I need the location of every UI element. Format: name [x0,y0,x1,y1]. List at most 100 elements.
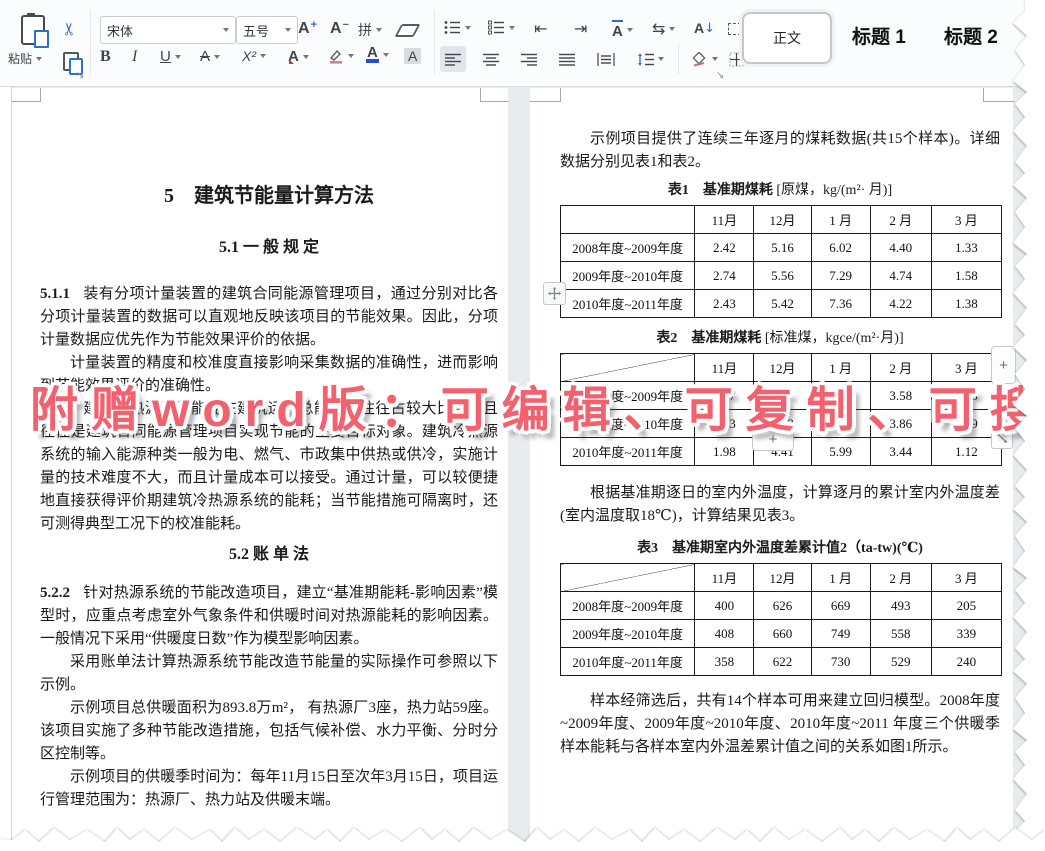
line-spacing-button[interactable] [632,46,669,72]
superscript-icon: X² [242,48,256,64]
eraser-icon [395,24,421,37]
italic-button[interactable]: I [132,48,137,66]
table-row: 2010年度~2011年度358622730529240 [561,648,1002,676]
align-right-button[interactable] [516,46,542,72]
phonetic-guide-button[interactable]: 拼 [358,20,382,40]
bold-button[interactable]: B [100,48,111,66]
decrease-indent-button[interactable]: ⇤ [534,19,547,38]
month-header-cell: 11月 [695,564,754,592]
asian-layout-button[interactable]: ⇆ [652,19,675,38]
page-left[interactable]: 5 建筑节能量计算方法 5.1 一 般 规 定 5.1.1装有分项计量装置的建筑… [12,88,508,851]
row-label-cell: 2010年度~2011年度 [561,648,695,676]
scissors-icon: ✂ [60,22,80,36]
shading-button[interactable] [686,46,723,72]
clause-number: 5.1.1 [40,286,70,302]
month-header-cell: 3 月 [931,206,1001,234]
value-cell: 1.33 [931,234,1001,262]
clipboard-group-launcher[interactable]: ↘ [76,70,84,81]
section-heading-5-1: 5.1 一 般 规 定 [40,237,498,259]
value-cell: 4.74 [870,262,931,290]
numbered-list-icon [488,20,505,35]
distribute-icon [597,53,615,66]
align-left-button[interactable] [440,46,466,72]
align-left-icon [445,53,461,66]
value-cell: 1.98 [695,438,754,466]
increase-font-button[interactable]: A+ [298,20,317,38]
value-cell: 5.16 [754,234,811,262]
value-cell: 749 [811,620,870,648]
month-header-cell: 12月 [754,206,811,234]
table-3[interactable]: 11月12月1 月2 月3 月 2008年度~2009年度40062666949… [560,563,1002,676]
font-family-select[interactable]: 宋体 [100,16,236,44]
align-center-button[interactable] [478,46,504,72]
style-body-text[interactable]: 正文 [742,12,832,64]
table-move-handle[interactable] [543,282,566,305]
text-effects-button[interactable]: A [288,48,309,65]
document-area: 5 建筑节能量计算方法 5.1 一 般 规 定 5.1.1装有分项计量装置的建筑… [0,87,1045,851]
value-cell: 205 [931,592,1001,620]
align-right-icon [521,53,537,66]
torn-edge-bottom [0,825,1045,851]
paste-clipboard-icon [21,15,45,45]
numbered-list-button[interactable] [488,20,515,35]
sort-arrow-icon: ↓ [704,21,715,36]
increase-indent-button[interactable]: ⇥ [574,19,587,38]
paragraph: 示例项目的供暖季时间为：每年11月15日至次年3月15日，项目运行管理范围为：热… [40,766,498,812]
clause-text: 装有分项计量装置的建筑合同能源管理项目，通过分别对比各分项计量装置的数据可以直观… [40,286,498,348]
row-label-cell: 2008年度~2009年度 [561,234,695,262]
sort-icon: A [694,20,704,36]
chevron-down-icon [509,26,515,30]
table-1[interactable]: 11月12月1 月2 月3 月 2008年度~2009年度2.425.166.0… [560,205,1002,318]
value-cell: 2.42 [695,234,754,262]
table3-caption: 表3 基准期室内外温度差累计值2（ta-tw)(℃) [560,540,1000,558]
value-cell: 358 [695,648,754,676]
highlight-color-button[interactable] [328,48,354,64]
style-body-label: 正文 [773,28,801,48]
value-cell: 5.42 [754,290,811,318]
table2-caption: 表2 基准期煤耗 [标准煤，kgce/(m²·月)] [560,330,1000,348]
table-row: 2009年度~2010年度408660749558339 [561,620,1002,648]
value-cell: 1.58 [931,262,1001,290]
character-shading-button[interactable]: A [404,48,421,64]
table1-caption: 表1 基准期煤耗 [原煤，kg/(m²· 月)] [560,182,1000,200]
font-color-button[interactable]: A [366,46,389,63]
character-scale-button[interactable]: A [612,20,633,40]
value-cell: 730 [811,648,870,676]
paragraph: 样本经筛选后，共有14个样本可用来建立回归模型。2008年度~2009年度、20… [560,690,1000,759]
justify-button[interactable] [554,46,580,72]
paragraph-group-launcher[interactable]: ↘ [716,70,724,81]
font-size-select[interactable]: 五号 [236,16,298,44]
underline-button[interactable]: U [160,48,181,65]
value-cell: 660 [754,620,811,648]
paste-label: 粘贴 [8,50,32,67]
style-heading2[interactable]: 标题 2 [944,22,998,49]
month-header-cell: 12月 [754,564,811,592]
paste-dropdown[interactable]: 粘贴 [8,50,42,67]
strikethrough-button[interactable]: A [200,48,220,65]
left-margin-strip [0,87,12,851]
style-heading1[interactable]: 标题 1 [852,22,906,49]
paste-button[interactable] [16,12,50,48]
clear-format-button[interactable] [398,24,417,37]
cut-button[interactable]: ✂ [58,16,82,42]
table-row: 2008年度~2009年度400626669493205 [561,592,1002,620]
page-right[interactable]: 示例项目提供了连续三年逐月的煤耗数据(共15个样本)。详细数据分别见表1和表2。… [530,88,1013,851]
decrease-font-button[interactable]: A− [330,20,349,38]
paragraph: 采用账单法计算热源系统节能改造节能量的实际操作可参照以下示例。 [40,651,498,697]
superscript-button[interactable]: X² [242,48,266,64]
value-cell: 240 [931,648,1001,676]
value-cell: 5.56 [754,262,811,290]
value-cell: 6.02 [811,234,870,262]
style-heading1-label: 标题 1 [852,27,906,48]
chevron-down-icon [36,57,42,61]
distribute-button[interactable] [592,46,620,72]
bullet-list-button[interactable] [444,20,471,35]
clause-5-2-2: 5.2.2针对热源系统的节能改造项目，建立“基准期能耗-影响因素”模型时，应重点… [40,582,498,651]
crop-mark [530,88,561,102]
sort-button[interactable]: A↓ [694,20,715,36]
corner-cell [561,206,695,234]
caption-bold: 表3 基准期室内外温度差累计值2（ta-tw)(℃) [637,541,923,556]
row-label-cell: 2010年度~2011年度 [561,290,695,318]
move-arrows-icon [548,287,561,300]
value-cell: 4.40 [870,234,931,262]
